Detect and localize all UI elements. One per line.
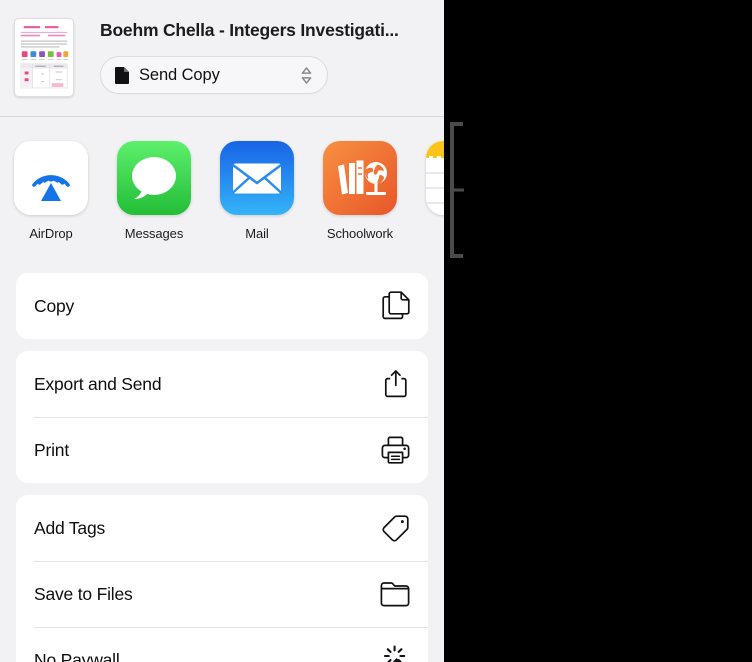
action-group-copy: Copy [16,273,428,339]
share-target-label: Mail [245,226,269,241]
airdrop-icon [14,141,88,215]
action-label: Add Tags [34,517,106,538]
share-targets-row[interactable]: AirDrop Messages Mail Schoolwork [0,117,444,257]
share-target-messages[interactable]: Messages [117,141,191,241]
action-row-print[interactable]: Print [16,417,428,483]
share-sheet-header: Boehm Chella - Integers Investigati... S… [0,0,444,117]
action-row-add-tags[interactable]: Add Tags [16,495,428,561]
header-text-area: Boehm Chella - Integers Investigati... S… [100,18,444,94]
action-label: Export and Send [34,373,162,394]
share-target-airdrop[interactable]: AirDrop [14,141,88,241]
tag-icon [382,515,409,542]
action-label: Print [34,439,69,460]
schoolwork-icon [323,141,397,215]
folder-icon [380,582,410,607]
mail-icon [220,141,294,215]
document-thumbnail [14,18,74,97]
action-row-copy[interactable]: Copy [16,273,428,339]
selection-bracket-marker [450,122,464,258]
share-target-schoolwork[interactable]: Schoolwork [323,141,397,241]
share-target-notes[interactable]: Notes [426,141,444,241]
share-sheet: Boehm Chella - Integers Investigati... S… [0,0,444,662]
share-target-label: Messages [124,226,184,241]
send-copy-label: Send Copy [139,65,220,84]
action-row-save-to-files[interactable]: Save to Files [16,561,428,627]
share-target-label: AirDrop [29,226,73,241]
action-label: Copy [34,295,75,316]
action-label: No Paywall [34,649,120,662]
printer-icon [381,436,410,464]
action-group-export-print: Export and Send Print [16,351,428,483]
action-label: Save to Files [34,583,133,604]
share-target-mail[interactable]: Mail [220,141,294,241]
up-down-chevron-icon [301,66,312,84]
share-target-label: Schoolwork [326,226,394,241]
action-row-no-paywall[interactable]: No Paywall [16,627,428,662]
messages-icon [117,141,191,215]
copy-documents-icon [382,291,410,320]
action-row-export-and-send[interactable]: Export and Send [16,351,428,417]
share-export-icon [384,370,407,398]
magic-wand-icon [383,645,406,662]
notes-icon [426,141,444,215]
send-copy-popup-button[interactable]: Send Copy [100,56,328,94]
action-group-tags-files: Add Tags Save to Files No Paywall [16,495,428,662]
document-icon [115,67,129,84]
page-title: Boehm Chella - Integers Investigati... [100,20,399,40]
